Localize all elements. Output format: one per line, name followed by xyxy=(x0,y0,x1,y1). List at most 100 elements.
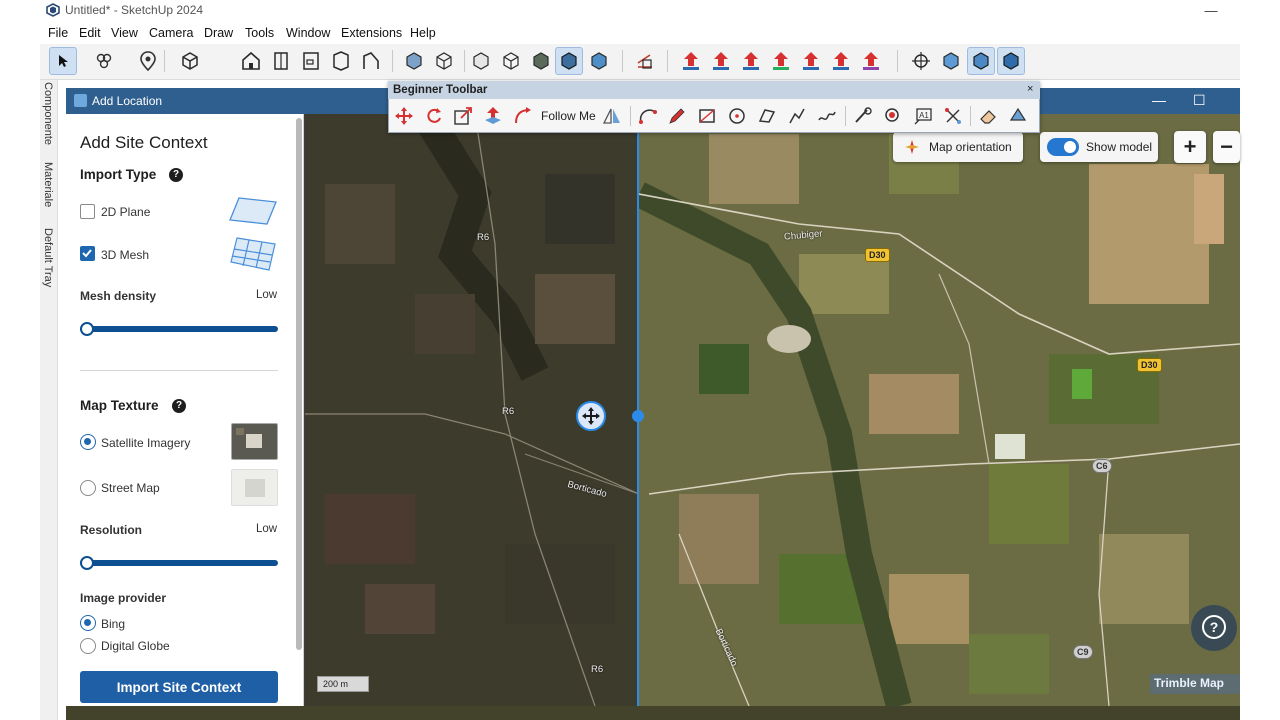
show-model-switch[interactable] xyxy=(1047,138,1079,156)
wall-tool-button[interactable] xyxy=(357,47,385,75)
tray-tab-default-tray[interactable]: Default Tray xyxy=(42,228,54,287)
rectangle-tool-button[interactable] xyxy=(695,104,719,128)
import-site-context-button[interactable]: Import Site Context xyxy=(80,671,278,703)
plane-tool-button[interactable] xyxy=(327,47,355,75)
box-tool-button[interactable] xyxy=(176,47,204,75)
door-tool-button[interactable] xyxy=(267,47,295,75)
menu-file[interactable]: File xyxy=(48,26,68,40)
tray-tab-materials[interactable]: Materiale xyxy=(42,162,54,207)
house-tool-button[interactable] xyxy=(237,47,265,75)
paint-bucket-icon xyxy=(885,108,899,122)
bing-radio[interactable] xyxy=(80,615,96,631)
panel-tool-button[interactable] xyxy=(297,47,325,75)
add-location-button[interactable] xyxy=(134,47,162,75)
move-arrows-icon xyxy=(582,407,600,425)
pencil-icon xyxy=(669,108,685,124)
cube-export-button[interactable] xyxy=(997,47,1025,75)
digital-globe-label: Digital Globe xyxy=(101,639,170,653)
menu-window[interactable]: Window xyxy=(286,26,330,40)
satellite-imagery-radio[interactable] xyxy=(80,434,96,450)
push-pull-tool-button[interactable] xyxy=(481,104,505,128)
arrow-tool-3-button[interactable] xyxy=(737,47,765,75)
import-type-help-icon[interactable]: ? xyxy=(169,168,183,182)
menu-camera[interactable]: Camera xyxy=(149,26,193,40)
beginner-toolbar-separator xyxy=(970,106,971,126)
menu-view[interactable]: View xyxy=(111,26,138,40)
arrow-tool-4-button[interactable] xyxy=(767,47,795,75)
line-tool-button[interactable] xyxy=(785,104,809,128)
arrow-tool-7-button[interactable] xyxy=(857,47,885,75)
show-model-toggle[interactable]: Show model xyxy=(1040,132,1158,162)
freehand-tool-button[interactable] xyxy=(815,104,839,128)
zoom-out-button[interactable]: − xyxy=(1213,131,1240,163)
solid-view-button[interactable] xyxy=(527,47,555,75)
shaded-style-button[interactable] xyxy=(400,47,428,75)
satellite-imagery-label: Satellite Imagery xyxy=(101,436,191,450)
eraser-tool-button[interactable] xyxy=(976,104,1000,128)
mesh-density-value: Low xyxy=(256,289,278,301)
map-view[interactable]: R6 R6 R6 Borticado 200 m Chubiger D30 D3… xyxy=(305,114,1240,706)
zoom-in-button[interactable]: + xyxy=(1174,131,1206,163)
scale-tool-button[interactable] xyxy=(451,104,475,128)
sandbox-tool-button[interactable] xyxy=(1006,104,1030,128)
help-button[interactable]: ? xyxy=(1191,605,1237,651)
menu-edit[interactable]: Edit xyxy=(79,26,101,40)
tape-measure-tool-button[interactable] xyxy=(851,104,875,128)
resolution-thumb[interactable] xyxy=(80,556,94,570)
axes-tool-button[interactable] xyxy=(941,104,965,128)
move-tool-button[interactable] xyxy=(392,104,416,128)
menu-help[interactable]: Help xyxy=(410,26,436,40)
polygon-tool-button[interactable] xyxy=(755,104,779,128)
section-plane-button[interactable] xyxy=(467,47,495,75)
flip-tool-button[interactable] xyxy=(600,104,624,128)
menu-draw[interactable]: Draw xyxy=(204,26,233,40)
beginner-toolbar-close-button[interactable]: × xyxy=(1027,83,1033,95)
cube-blue-button[interactable] xyxy=(937,47,965,75)
mesh-density-thumb[interactable] xyxy=(80,322,94,336)
cube-selected-button[interactable] xyxy=(967,47,995,75)
map-texture-help-icon[interactable]: ? xyxy=(172,399,186,413)
add-location-maximize-button[interactable]: ☐ xyxy=(1193,92,1206,109)
split-divider-handle[interactable] xyxy=(632,410,644,422)
2d-plane-label: 2D Plane xyxy=(101,205,151,219)
arrow-red-icon xyxy=(683,52,699,70)
menu-tools[interactable]: Tools xyxy=(245,26,274,40)
bing-label: Bing xyxy=(101,617,126,631)
rotate-tool-button[interactable] xyxy=(422,104,446,128)
2d-plane-checkbox[interactable] xyxy=(80,204,95,219)
wireframe-style-button[interactable] xyxy=(430,47,458,75)
measure-tool-button[interactable] xyxy=(631,47,659,75)
add-location-minimize-button[interactable]: — xyxy=(1152,92,1166,108)
map-orientation-button[interactable]: Map orientation xyxy=(893,132,1023,162)
compass-icon xyxy=(905,140,919,154)
follow-me-label[interactable]: Follow Me xyxy=(541,109,596,123)
minimize-button[interactable]: — xyxy=(1196,2,1226,20)
arrow-tool-5-button[interactable] xyxy=(797,47,825,75)
pencil-tool-button[interactable] xyxy=(665,104,689,128)
textured-view-button[interactable] xyxy=(585,47,613,75)
orbit-tool-button[interactable] xyxy=(907,47,935,75)
components-button[interactable] xyxy=(90,47,118,75)
panel-scrollbar[interactable] xyxy=(296,118,302,650)
resolution-slider[interactable] xyxy=(80,560,278,566)
arc-tool-button[interactable] xyxy=(636,104,660,128)
arrow-tool-1-button[interactable] xyxy=(677,47,705,75)
iso-view-button[interactable] xyxy=(497,47,525,75)
street-map-radio[interactable] xyxy=(80,480,96,496)
follow-me-tool-button[interactable] xyxy=(511,104,535,128)
xray-view-button[interactable] xyxy=(555,47,583,75)
arrow-tool-6-button[interactable] xyxy=(827,47,855,75)
mesh-density-slider[interactable] xyxy=(80,326,278,332)
xray-box-icon xyxy=(561,52,577,70)
digital-globe-radio[interactable] xyxy=(80,638,96,654)
menu-extensions[interactable]: Extensions xyxy=(341,26,402,40)
3d-mesh-checkbox[interactable] xyxy=(80,246,95,261)
select-tool-button[interactable] xyxy=(49,47,77,75)
circle-tool-button[interactable] xyxy=(725,104,749,128)
tray-tab-components[interactable]: Componente xyxy=(42,82,54,145)
arrow-x-icon xyxy=(833,52,849,70)
text-tool-button[interactable]: A1 xyxy=(911,104,935,128)
move-handle[interactable] xyxy=(576,401,606,431)
paint-tool-button[interactable] xyxy=(881,104,905,128)
arrow-tool-2-button[interactable] xyxy=(707,47,735,75)
